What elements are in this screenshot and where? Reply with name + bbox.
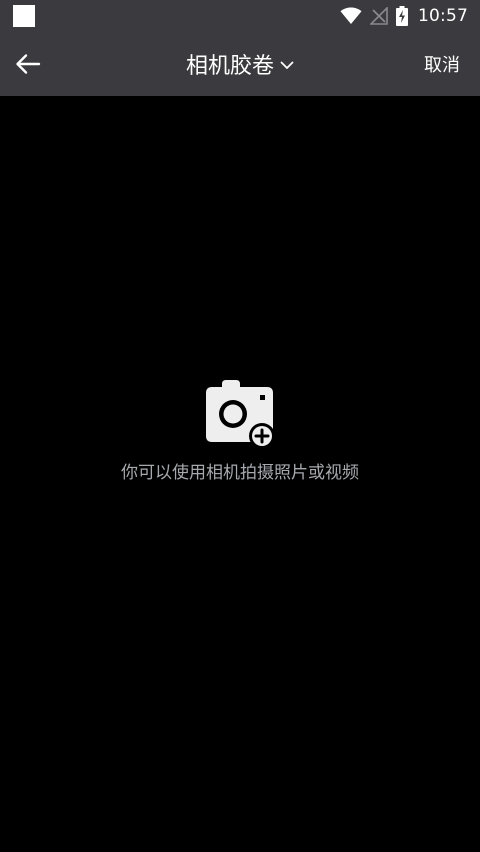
- page-title: 相机胶卷: [185, 54, 274, 79]
- status-icons: 10:57: [340, 0, 468, 32]
- album-selector-button[interactable]: 相机胶卷: [186, 48, 294, 80]
- title-container: 相机胶卷: [0, 32, 480, 96]
- chevron-down-icon: [280, 61, 294, 70]
- camera-plus-icon: [200, 378, 280, 454]
- empty-state-message: 你可以使用相机拍摄照片或视频: [121, 463, 359, 483]
- arrow-left-icon: [15, 53, 41, 75]
- battery-charging-icon: [396, 6, 408, 26]
- back-button[interactable]: [8, 44, 48, 84]
- notification-square-icon: [13, 5, 35, 27]
- no-signal-icon: [370, 7, 388, 25]
- wifi-icon: [340, 7, 362, 25]
- screen: 10:57 相机胶卷 取消 你可以使用相机拍摄照片或视频: [0, 0, 480, 852]
- camera-add-button[interactable]: [200, 378, 280, 454]
- status-bar: 10:57: [0, 0, 480, 32]
- cancel-button[interactable]: 取消: [424, 32, 460, 96]
- empty-state: 你可以使用相机拍摄照片或视频: [0, 378, 480, 483]
- status-time: 10:57: [418, 6, 468, 26]
- toolbar: 相机胶卷 取消: [0, 32, 480, 96]
